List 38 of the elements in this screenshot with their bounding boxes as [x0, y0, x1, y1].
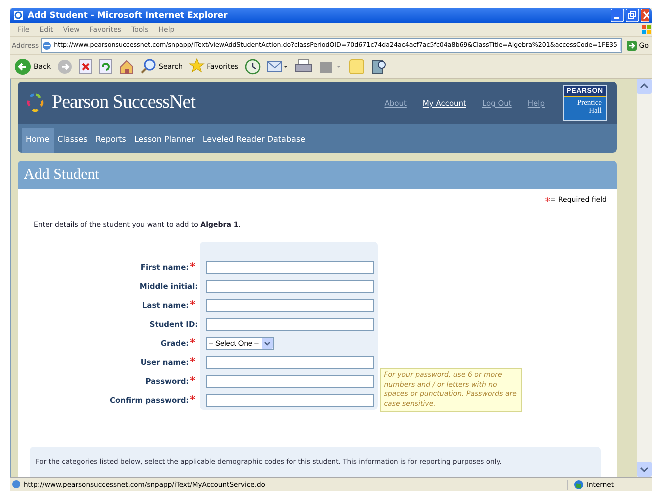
back-icon	[14, 58, 32, 76]
minimize-icon[interactable]	[611, 9, 624, 22]
restore-icon[interactable]	[626, 9, 639, 22]
page-heading: Add Student	[18, 161, 617, 190]
globe-icon	[574, 480, 584, 490]
scroll-down-icon[interactable]	[637, 462, 652, 478]
input-field[interactable]	[206, 280, 374, 294]
scroll-up-icon[interactable]	[637, 79, 652, 94]
nav-tab[interactable]: Reports	[92, 128, 130, 154]
input-field[interactable]	[206, 299, 374, 312]
windows-logo-icon	[642, 24, 652, 35]
nav-tab[interactable]: Lesson Planner	[130, 128, 199, 154]
input-field[interactable]	[206, 375, 374, 388]
nav-tab[interactable]: Leveled Reader Database	[198, 128, 310, 154]
search-icon	[141, 58, 157, 76]
input-field[interactable]	[206, 318, 374, 332]
clock-icon[interactable]	[244, 58, 261, 76]
arrow-right-icon	[627, 40, 638, 51]
required-mark: *	[190, 378, 196, 385]
scrollbar[interactable]	[637, 79, 652, 478]
stop-icon[interactable]	[79, 58, 93, 76]
refresh-icon[interactable]	[99, 58, 113, 76]
input-field[interactable]	[206, 394, 374, 408]
required-mark: *	[190, 264, 196, 271]
required-mark: *	[190, 302, 196, 309]
window-title: Add Student - Microsoft Internet Explorer	[28, 10, 229, 21]
input-field[interactable]	[206, 261, 374, 274]
home-icon[interactable]	[119, 58, 135, 76]
site-logo: Pearson SuccessNet	[52, 92, 196, 114]
required-mark: *	[190, 398, 196, 404]
nav-tab[interactable]: Home	[22, 128, 54, 154]
required-mark: *	[190, 340, 196, 347]
required-mark: *	[190, 360, 196, 366]
forward-icon[interactable]	[57, 58, 73, 76]
nav-tab[interactable]: Classes	[54, 128, 92, 154]
input-field[interactable]	[206, 356, 374, 370]
dropdown-icon	[262, 338, 273, 350]
close-icon[interactable]	[641, 9, 649, 22]
